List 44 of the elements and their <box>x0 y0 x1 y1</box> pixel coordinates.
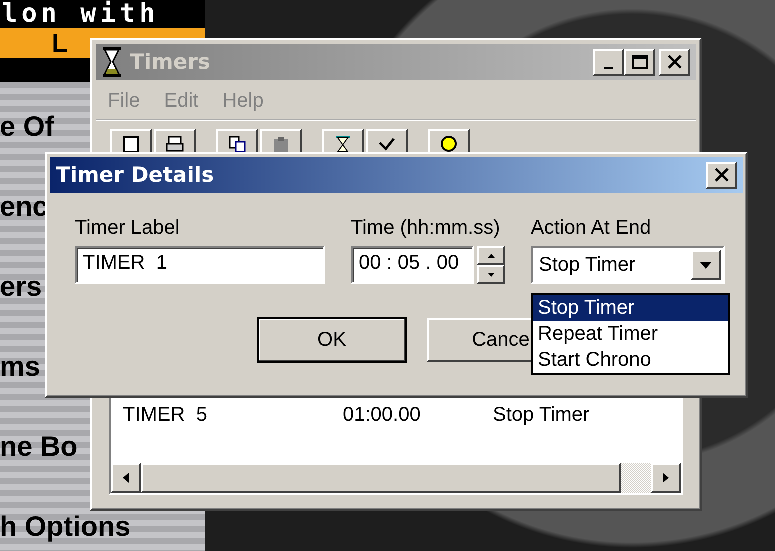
up-arrow-icon <box>488 254 494 258</box>
minimize-button[interactable] <box>593 48 624 76</box>
close-button[interactable] <box>706 162 737 188</box>
banner-letter: L <box>52 28 68 58</box>
field-label: Timer Label <box>75 217 181 240</box>
close-icon <box>666 55 682 69</box>
heading-text: e Of <box>0 112 54 143</box>
spin-up-button[interactable] <box>477 246 505 265</box>
dialog-title: Timer Details <box>56 163 216 187</box>
heading-text: ne Bo <box>0 432 78 463</box>
banner-text: lon with <box>1 0 160 29</box>
heading-text: enc <box>0 192 48 223</box>
maximize-icon <box>632 55 648 69</box>
left-arrow-icon <box>123 473 129 483</box>
close-button[interactable] <box>659 48 690 76</box>
time-field[interactable]: 00 : 05 . 00 <box>351 246 474 284</box>
window-title: Timers <box>130 50 212 74</box>
spin-down-button[interactable] <box>477 265 505 284</box>
down-arrow-icon <box>488 272 494 276</box>
field-label: Time (hh:mm.ss) <box>351 217 502 240</box>
right-arrow-icon <box>663 473 669 483</box>
dropdown-button[interactable] <box>691 250 721 280</box>
hourglass-icon <box>102 46 122 78</box>
heading-text: ms <box>0 352 40 383</box>
scrollbar-thumb[interactable] <box>141 463 621 493</box>
text-field[interactable]: TIMER 1 <box>75 246 325 284</box>
hourglass-icon <box>334 135 352 153</box>
help-icon <box>440 135 458 153</box>
heading-text: h Options <box>0 512 131 543</box>
dropdown-field[interactable]: Stop Timer <box>531 246 725 284</box>
dropdown-option[interactable]: Stop Timer <box>533 295 728 321</box>
caret-icon <box>700 262 712 268</box>
maximize-button[interactable] <box>624 48 655 76</box>
table-cell-text: Stop Timer <box>493 404 591 427</box>
close-icon <box>714 168 730 182</box>
heading-text: ers <box>0 272 42 303</box>
minimize-icon <box>604 67 613 69</box>
field-label: Action At End <box>531 217 652 240</box>
scroll-right-button[interactable] <box>651 463 681 493</box>
table-cell-text: TIMER 5 <box>123 404 208 427</box>
table-cell-text: 01:00.00 <box>343 404 422 427</box>
ok-button[interactable]: OK <box>258 318 406 362</box>
scroll-left-button[interactable] <box>111 463 141 493</box>
clipboard-icon <box>272 135 290 153</box>
